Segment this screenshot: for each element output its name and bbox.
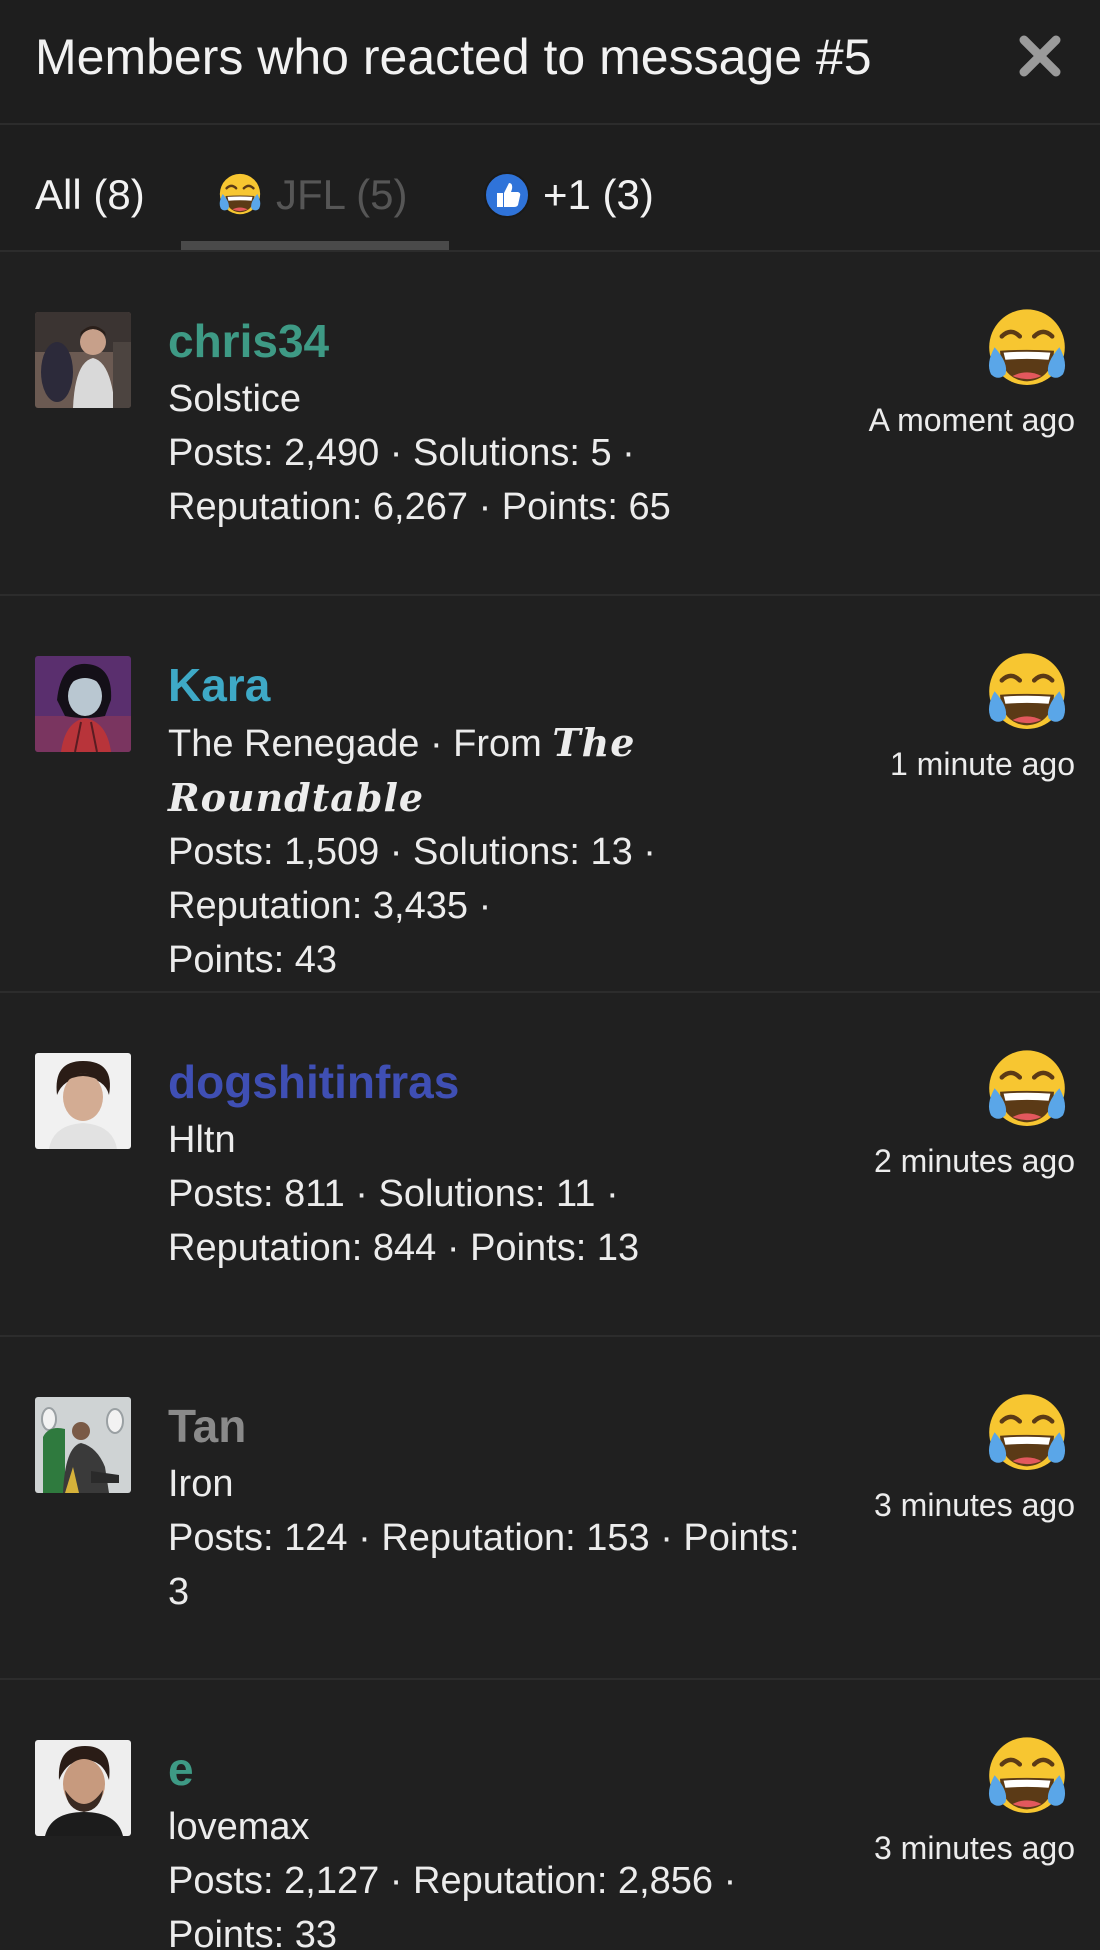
dialog-title: Members who reacted to message #5 (35, 29, 872, 85)
member-row: dogshitinfras Hltn Posts: 811 · Solution… (0, 993, 1100, 1337)
avatar[interactable] (35, 1397, 131, 1493)
member-list: chris34 Solstice Posts: 2,490 · Solution… (0, 252, 1100, 1950)
user-stats: Reputation: 844 · Points: 13 (168, 1227, 640, 1269)
username-link[interactable]: Tan (168, 1395, 838, 1457)
user-stats: Posts: 811 · Solutions: 11 · (168, 1173, 619, 1215)
member-row: chris34 Solstice Posts: 2,490 · Solution… (0, 252, 1100, 596)
user-title-styled: The (552, 720, 636, 765)
tab-all[interactable]: All (8) (35, 165, 145, 225)
laughing-crying-emoji-icon (982, 648, 1072, 738)
laughing-crying-emoji-icon (982, 1389, 1072, 1479)
laughing-crying-emoji-icon (982, 304, 1072, 394)
avatar[interactable] (35, 1053, 131, 1149)
dialog-header: Members who reacted to message #5 (0, 0, 1100, 125)
user-title: The Renegade · From The (168, 716, 838, 771)
username-link[interactable]: dogshitinfras (168, 1051, 838, 1113)
user-title-styled: Roundtable (168, 775, 425, 820)
username-link[interactable]: Kara (168, 654, 838, 716)
member-row: e lovemax Posts: 2,127 · Reputation: 2,8… (0, 1680, 1100, 1950)
reaction-time: 2 minutes ago (873, 1143, 1075, 1179)
close-icon[interactable] (1018, 34, 1062, 78)
member-row: Tan Iron Posts: 124 · Reputation: 153 · … (0, 1337, 1100, 1680)
user-stats: Posts: 2,127 · Reputation: 2,856 · (168, 1860, 737, 1902)
laughing-crying-emoji-icon (216, 171, 264, 219)
user-title: lovemax (168, 1806, 310, 1848)
reaction-time: 1 minute ago (889, 746, 1075, 782)
username-link[interactable]: e (168, 1738, 838, 1800)
laughing-crying-emoji-icon (982, 1732, 1072, 1822)
active-tab-indicator (181, 241, 449, 250)
avatar[interactable] (35, 1740, 131, 1836)
username-link[interactable]: chris34 (168, 310, 838, 372)
user-title: Iron (168, 1463, 234, 1505)
member-row: Kara The Renegade · From The Roundtable … (0, 596, 1100, 993)
user-stats: Posts: 124 · Reputation: 153 · Points: (168, 1517, 800, 1559)
user-stats: Points: 43 (168, 939, 337, 981)
reaction-tabs: All (8) JFL (5) +1 (3) (0, 125, 1100, 252)
user-stats: Posts: 1,509 · Solutions: 13 · Reputatio… (168, 831, 656, 927)
user-title-text: The Renegade · From (168, 723, 553, 765)
tab-jfl-label: JFL (5) (276, 171, 408, 218)
tab-all-label: All (8) (35, 171, 145, 218)
laughing-crying-emoji-icon (982, 1045, 1072, 1135)
tab-plus-one[interactable]: +1 (3) (483, 165, 654, 225)
user-title: Solstice (168, 378, 302, 420)
reaction-time: A moment ago (868, 402, 1075, 438)
thumbs-up-icon (484, 172, 530, 218)
tab-jfl[interactable]: JFL (5) (216, 165, 407, 225)
user-stats: Points: 33 (168, 1914, 337, 1950)
reaction-time: 3 minutes ago (873, 1487, 1075, 1523)
avatar[interactable] (35, 656, 131, 752)
user-title: Hltn (168, 1119, 236, 1161)
reaction-time: 3 minutes ago (873, 1830, 1075, 1866)
user-stats: 3 (168, 1571, 190, 1613)
user-stats: Posts: 2,490 · Solutions: 5 · (168, 432, 635, 474)
avatar[interactable] (35, 312, 131, 408)
user-stats: Reputation: 6,267 · Points: 65 (168, 486, 671, 528)
tab-plus-one-label: +1 (3) (543, 171, 654, 218)
